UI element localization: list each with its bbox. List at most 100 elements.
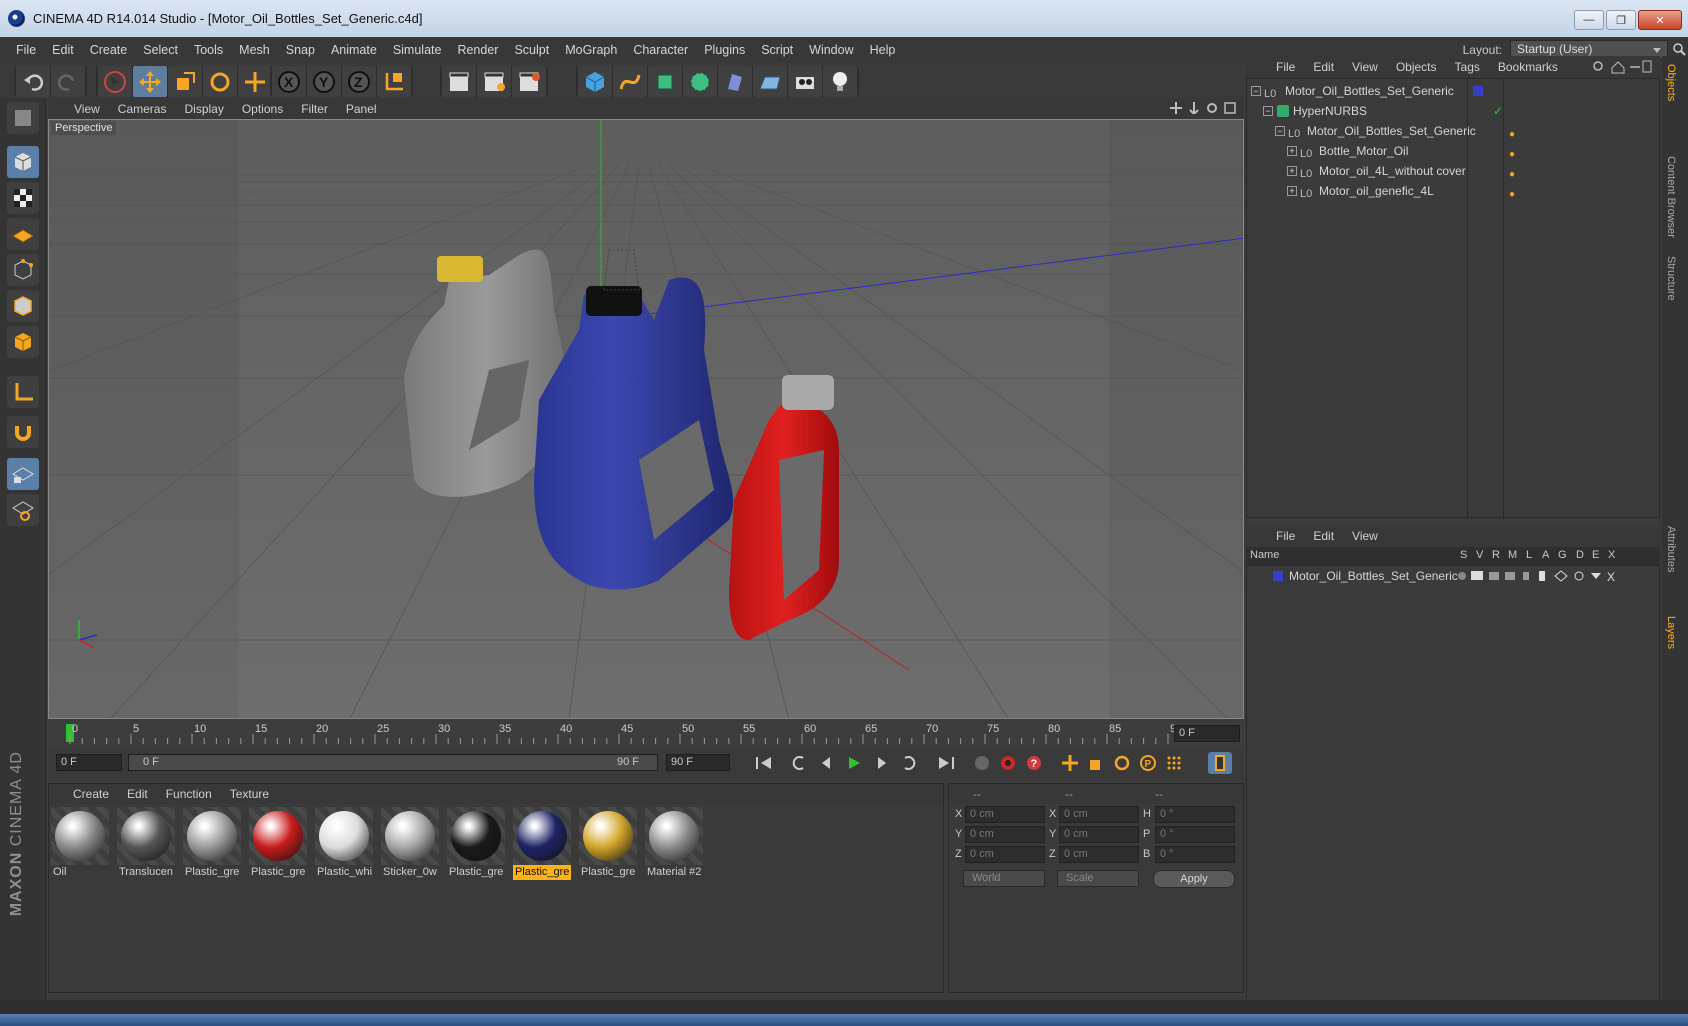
layer-row[interactable]: Motor_Oil_Bottles_Set_Generic X	[1247, 566, 1659, 586]
objects-menu-objects[interactable]: Objects	[1396, 60, 1437, 74]
go-to-end-button[interactable]	[934, 752, 958, 774]
viewport-menu-panel[interactable]: Panel	[346, 102, 377, 116]
new-window-icon[interactable]	[1642, 60, 1652, 73]
undo-button[interactable]	[16, 66, 50, 97]
rotate-tool-button[interactable]	[203, 66, 237, 97]
objects-menu-view[interactable]: View	[1352, 60, 1378, 74]
frame-range-slider[interactable]: 0 F 90 F	[128, 754, 658, 771]
minimize-button[interactable]: —	[1574, 10, 1604, 30]
menu-tools[interactable]: Tools	[194, 43, 223, 57]
expand-icon[interactable]: −	[1275, 126, 1285, 136]
menu-edit[interactable]: Edit	[52, 43, 74, 57]
current-frame-field[interactable]: 0 F	[1174, 725, 1240, 742]
previous-key-button[interactable]	[786, 752, 810, 774]
material-menu-create[interactable]: Create	[73, 787, 109, 801]
scene-button[interactable]	[753, 66, 787, 97]
search-icon[interactable]	[1672, 42, 1686, 56]
size-x-field[interactable]: 0 cm	[1059, 806, 1139, 823]
deformer-button[interactable]	[718, 66, 752, 97]
tab-layers[interactable]: Layers	[1665, 616, 1677, 649]
start-frame-field[interactable]: 0 F	[56, 754, 122, 771]
scale-dropdown[interactable]: Scale	[1057, 870, 1139, 887]
key-pla-button[interactable]	[1162, 752, 1186, 774]
menu-file[interactable]: File	[16, 43, 36, 57]
material-swatch[interactable]: Translucen	[117, 807, 175, 881]
keyframe-selection-button[interactable]: ?	[1022, 752, 1046, 774]
expand-icon[interactable]: −	[1251, 86, 1261, 96]
pan-view-icon[interactable]	[1170, 102, 1182, 114]
axis-mode-button[interactable]	[7, 376, 39, 408]
home-icon[interactable]	[1611, 61, 1625, 74]
tree-item-motor-oil-4l-without-cover[interactable]: + L0 Motor_oil_4L_without cover ●	[1247, 161, 1659, 181]
maximize-view-icon[interactable]	[1224, 102, 1236, 114]
close-button[interactable]: ✕	[1638, 10, 1682, 30]
perspective-viewport[interactable]: Perspective	[48, 119, 1244, 719]
world-dropdown[interactable]: World	[963, 870, 1045, 887]
rotation-p-field[interactable]: 0 °	[1155, 826, 1235, 843]
rotation-b-field[interactable]: 0 °	[1155, 846, 1235, 863]
menu-simulate[interactable]: Simulate	[393, 43, 442, 57]
timeline-mode-button[interactable]	[1208, 752, 1232, 774]
size-y-field[interactable]: 0 cm	[1059, 826, 1139, 843]
render-settings-button[interactable]	[512, 66, 546, 97]
size-z-field[interactable]: 0 cm	[1059, 846, 1139, 863]
tab-content-browser[interactable]: Content Browser	[1665, 156, 1677, 238]
expand-icon[interactable]: +	[1287, 166, 1297, 176]
model-mode-button[interactable]	[7, 146, 39, 178]
menu-script[interactable]: Script	[761, 43, 793, 57]
cube-button[interactable]	[578, 66, 612, 97]
timeline-ruler[interactable]: 051015202530354045505560657075808590 0 F	[48, 722, 1244, 746]
position-z-field[interactable]: 0 cm	[965, 846, 1045, 863]
render-picture-viewer-button[interactable]	[477, 66, 511, 97]
scale-tool-button[interactable]	[168, 66, 202, 97]
material-swatch[interactable]: Plastic_gre	[249, 807, 307, 881]
make-editable-button[interactable]	[7, 102, 39, 134]
menu-mesh[interactable]: Mesh	[239, 43, 270, 57]
autokey-button[interactable]	[996, 752, 1020, 774]
apply-button[interactable]: Apply	[1153, 870, 1235, 888]
texture-tag-icon[interactable]: ●	[1509, 185, 1515, 205]
viewport-menu-view[interactable]: View	[74, 102, 100, 116]
array-button[interactable]	[683, 66, 717, 97]
record-keys-button[interactable]	[970, 752, 994, 774]
tree-item-root[interactable]: − L0 Motor_Oil_Bottles_Set_Generic	[1247, 81, 1659, 101]
expand-icon[interactable]: −	[1263, 106, 1273, 116]
key-rotation-button[interactable]	[1110, 752, 1134, 774]
previous-frame-button[interactable]	[814, 752, 838, 774]
material-swatch[interactable]: Material #2	[645, 807, 703, 881]
menu-sculpt[interactable]: Sculpt	[514, 43, 549, 57]
live-selection-button[interactable]	[98, 66, 132, 97]
key-parameter-button[interactable]: P	[1136, 752, 1160, 774]
menu-animate[interactable]: Animate	[331, 43, 377, 57]
move-tool-button[interactable]	[133, 66, 167, 97]
workplane-mode-button[interactable]	[7, 218, 39, 250]
layer-toggles[interactable]: X	[1457, 569, 1627, 583]
material-menu-function[interactable]: Function	[166, 787, 212, 801]
tree-item-bottle-motor-oil[interactable]: + L0 Bottle_Motor_Oil ●	[1247, 141, 1659, 161]
tab-objects[interactable]: Objects	[1665, 64, 1677, 101]
zoom-view-icon[interactable]	[1188, 102, 1200, 114]
menu-select[interactable]: Select	[143, 43, 178, 57]
spline-button[interactable]	[613, 66, 647, 97]
menu-plugins[interactable]: Plugins	[704, 43, 745, 57]
tree-item-hypernurbs[interactable]: − HyperNURBS ✓	[1247, 101, 1659, 121]
restore-button[interactable]: ❐	[1606, 10, 1636, 30]
material-menu-texture[interactable]: Texture	[230, 787, 269, 801]
end-frame-field[interactable]: 90 F	[666, 754, 730, 771]
material-swatch[interactable]: Plastic_whi	[315, 807, 373, 881]
next-key-button[interactable]	[898, 752, 922, 774]
last-tool-button[interactable]	[238, 66, 272, 97]
material-swatch[interactable]: Sticker_0w	[381, 807, 439, 881]
material-swatch[interactable]: Plastic_gre	[579, 807, 637, 881]
tab-structure[interactable]: Structure	[1665, 256, 1677, 301]
material-menu-edit[interactable]: Edit	[127, 787, 148, 801]
objects-menu-file[interactable]: File	[1276, 60, 1295, 74]
coordinate-system-button[interactable]	[377, 66, 411, 97]
menu-mograph[interactable]: MoGraph	[565, 43, 617, 57]
enabled-check-icon[interactable]: ✓	[1493, 101, 1503, 121]
z-axis-button[interactable]: Z	[342, 66, 376, 97]
layers-menu-view[interactable]: View	[1352, 529, 1378, 543]
menu-render[interactable]: Render	[457, 43, 498, 57]
edges-mode-button[interactable]	[7, 290, 39, 322]
x-axis-button[interactable]: X	[272, 66, 306, 97]
